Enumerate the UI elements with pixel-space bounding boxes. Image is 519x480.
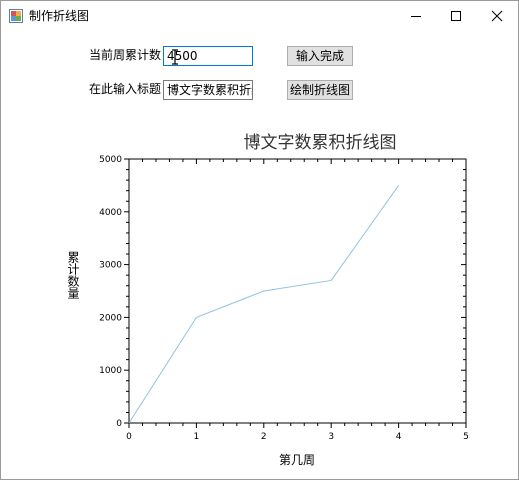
y-tick-label: 0 bbox=[116, 419, 122, 429]
x-tick-label: 2 bbox=[261, 432, 267, 442]
y-tick-label: 3000 bbox=[99, 261, 122, 271]
x-tick-label: 1 bbox=[194, 432, 200, 442]
x-tick-label: 0 bbox=[126, 432, 132, 442]
x-tick-label: 4 bbox=[396, 432, 402, 442]
x-axis-label: 第几周 bbox=[279, 453, 315, 467]
axis-tick-labels: 0 1 2 3 4 5 0 1000 2000 3000 4000 5000 bbox=[99, 155, 469, 442]
y-axis-label: 累计数量 bbox=[66, 251, 80, 299]
y-tick-label: 5000 bbox=[99, 155, 122, 165]
line-chart: 博文字数累积折线图 0 1 2 3 4 5 0 1000 2000 3000 4000 5000 第几… bbox=[66, 133, 469, 467]
y-tick-label: 2000 bbox=[99, 313, 122, 323]
y-tick-label: 1000 bbox=[99, 366, 122, 376]
x-tick-label: 3 bbox=[328, 432, 334, 442]
axis-ticks bbox=[124, 158, 467, 428]
y-tick-label: 4000 bbox=[99, 208, 122, 218]
x-tick-label: 5 bbox=[463, 432, 469, 442]
chart-title: 博文字数累积折线图 bbox=[244, 133, 397, 153]
series-group bbox=[128, 185, 400, 424]
series-line bbox=[128, 185, 400, 424]
plot-area bbox=[128, 158, 467, 424]
app-window: 制作折线图 当前周累计数 4500 输入完成 在此输入标题 博文字数累积折线 绘… bbox=[0, 0, 519, 480]
